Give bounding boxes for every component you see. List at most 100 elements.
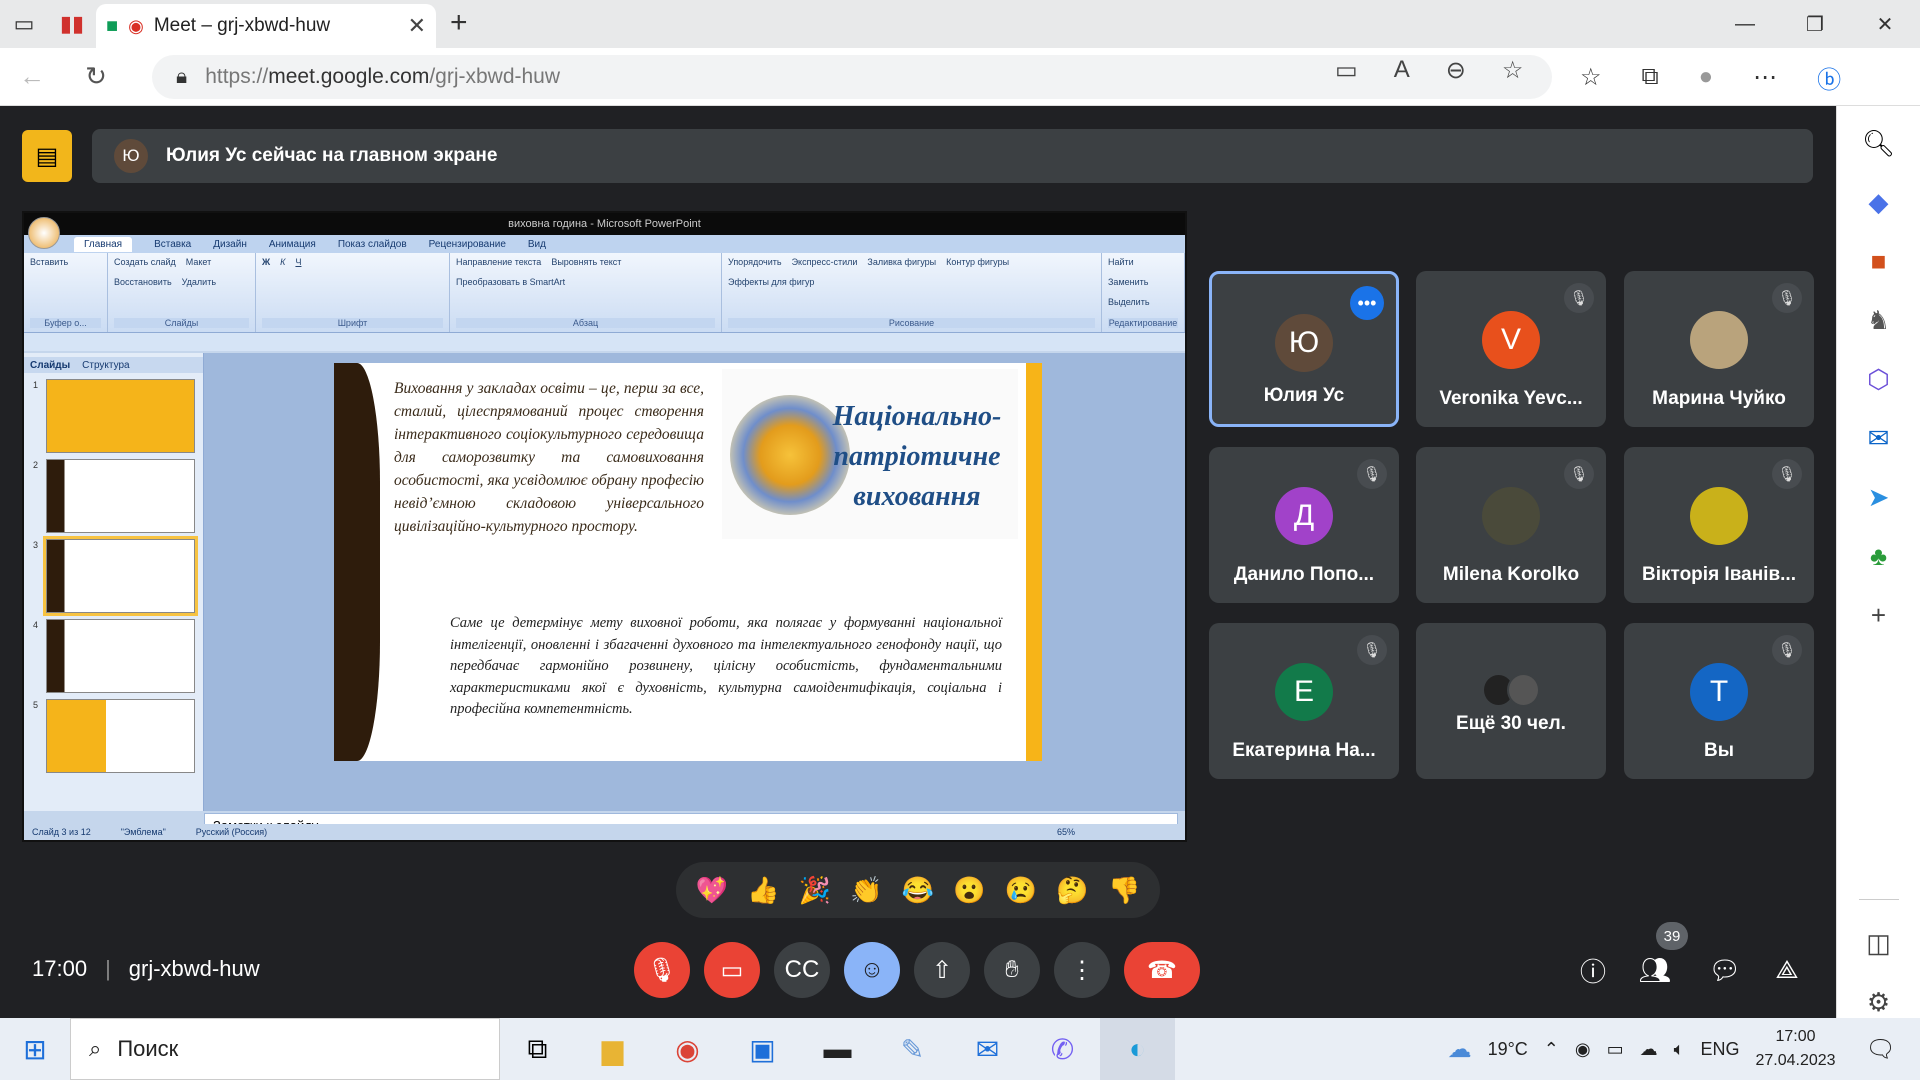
- send-icon[interactable]: ➤: [1868, 482, 1890, 513]
- minimize-icon[interactable]: —: [1710, 0, 1780, 48]
- outlook-icon[interactable]: ✉: [1868, 423, 1890, 454]
- reaction-button[interactable]: 💖: [696, 875, 728, 906]
- reaction-button[interactable]: 👏: [850, 875, 882, 906]
- close-window-icon[interactable]: ✕: [1850, 0, 1920, 48]
- more-options-icon[interactable]: •••: [1350, 286, 1384, 320]
- terminal-icon[interactable]: ▬: [800, 1018, 875, 1080]
- ribbon-tab[interactable]: Главная: [74, 236, 133, 252]
- collections-icon[interactable]: ⧉: [1642, 63, 1659, 91]
- more-options-button[interactable]: ⋮: [1054, 942, 1110, 998]
- text-direction-button[interactable]: Направление текста: [456, 257, 541, 267]
- current-slide[interactable]: Виховання у закладах освіти – це, перш з…: [334, 363, 1042, 761]
- delete-button[interactable]: Удалить: [182, 277, 216, 287]
- smartart-button[interactable]: Преобразовать в SmartArt: [456, 277, 565, 287]
- participant-tile[interactable]: Е Екатерина На... 🎙︎: [1209, 623, 1399, 779]
- info-icon[interactable]: ⓘ: [1568, 942, 1618, 998]
- chat-icon[interactable]: 💬︎: [1700, 942, 1750, 998]
- slide-thumb[interactable]: 1: [33, 379, 195, 453]
- extension-icon[interactable]: ▮▮: [48, 0, 96, 48]
- find-button[interactable]: Найти: [1108, 257, 1134, 267]
- reaction-button[interactable]: 👍: [747, 875, 779, 906]
- taskbar-search[interactable]: ⌕ Поиск: [70, 1018, 500, 1080]
- quick-styles-button[interactable]: Экспресс-стили: [792, 257, 858, 267]
- shape-fill-button[interactable]: Заливка фигуры: [867, 257, 936, 267]
- office-button-icon[interactable]: [28, 217, 60, 249]
- participant-tile[interactable]: Вікторія Іванів... 🎙︎: [1624, 447, 1814, 603]
- captions-button[interactable]: CC: [774, 942, 830, 998]
- present-button[interactable]: ⇧: [914, 942, 970, 998]
- reaction-button[interactable]: 😮: [953, 875, 985, 906]
- sidebar-toggle-icon[interactable]: ◫: [1866, 928, 1891, 959]
- ribbon-tab[interactable]: Анимация: [269, 239, 316, 250]
- chrome-icon[interactable]: ◉: [650, 1018, 725, 1080]
- start-icon[interactable]: ⊞: [0, 1033, 70, 1066]
- new-tab-button[interactable]: +: [450, 6, 468, 40]
- onedrive-icon[interactable]: ☁: [1640, 1039, 1658, 1060]
- align-text-button[interactable]: Выровнять текст: [551, 257, 621, 267]
- arrange-button[interactable]: Упорядочить: [728, 257, 782, 267]
- ribbon-tab[interactable]: Вставка: [154, 239, 191, 250]
- tab-slides[interactable]: Слайды: [30, 360, 70, 371]
- new-slide-button[interactable]: Создать слайд: [114, 257, 176, 267]
- zoom-icon[interactable]: ⊖: [1446, 56, 1466, 85]
- shopping-icon[interactable]: ◆: [1869, 187, 1889, 218]
- reset-button[interactable]: Восстановить: [114, 277, 172, 287]
- participant-tile[interactable]: Ещё 30 чел.: [1416, 623, 1606, 779]
- bold-button[interactable]: Ж: [262, 257, 270, 267]
- tray-overflow-icon[interactable]: ⌃: [1544, 1039, 1559, 1060]
- people-icon[interactable]: 👥︎: [1630, 942, 1680, 998]
- office-icon[interactable]: ⬡: [1867, 364, 1890, 395]
- layout-button[interactable]: Макет: [186, 257, 211, 267]
- ribbon-tab[interactable]: Вид: [528, 239, 546, 250]
- weather-icon[interactable]: ☁: [1448, 1035, 1472, 1064]
- back-icon[interactable]: ←: [0, 61, 64, 92]
- participant-tile[interactable]: Д Данило Попо... 🎙︎: [1209, 447, 1399, 603]
- browser-tab[interactable]: ■ ◉ Meet – grj-xbwd-huw ✕: [96, 4, 436, 48]
- tools-icon[interactable]: ■: [1871, 246, 1887, 277]
- task-view-icon[interactable]: ⧉: [500, 1018, 575, 1080]
- search-icon[interactable]: 🔍︎: [1862, 128, 1895, 159]
- profile-icon[interactable]: ●: [1699, 63, 1714, 91]
- slide-thumb[interactable]: 2: [33, 459, 195, 533]
- replace-button[interactable]: Заменить: [1108, 277, 1148, 287]
- leave-call-button[interactable]: ☎︎: [1124, 942, 1200, 998]
- tree-icon[interactable]: ♣: [1870, 541, 1887, 572]
- battery-icon[interactable]: ▭: [1607, 1039, 1624, 1060]
- games-icon[interactable]: ♞: [1867, 305, 1890, 336]
- bing-icon[interactable]: ⓑ: [1817, 60, 1841, 95]
- add-icon[interactable]: +: [1871, 600, 1886, 631]
- ribbon-tab[interactable]: Рецензирование: [429, 239, 506, 250]
- record-icon[interactable]: ◉: [1575, 1039, 1591, 1060]
- camera-icon[interactable]: ▭: [1335, 56, 1358, 85]
- refresh-icon[interactable]: ↻: [64, 61, 128, 92]
- photos-icon[interactable]: ▣: [725, 1018, 800, 1080]
- more-icon[interactable]: ⋯: [1753, 63, 1777, 92]
- volume-icon[interactable]: 🔈︎: [1674, 1039, 1685, 1060]
- tab-outline[interactable]: Структура: [82, 360, 129, 371]
- notifications-icon[interactable]: 🗨︎: [1866, 1035, 1896, 1064]
- read-aloud-icon[interactable]: A: [1394, 56, 1410, 85]
- close-tab-icon[interactable]: ✕: [408, 13, 426, 39]
- favorite-add-icon[interactable]: ☆: [1502, 56, 1524, 85]
- reaction-button[interactable]: 🤔: [1056, 875, 1088, 906]
- weather-temp[interactable]: 19°C: [1488, 1039, 1528, 1060]
- restore-icon[interactable]: ❐: [1780, 0, 1850, 48]
- paint-icon[interactable]: ✎: [875, 1018, 950, 1080]
- paste-button[interactable]: Вставить: [30, 257, 68, 267]
- ribbon-tab[interactable]: Показ слайдов: [338, 239, 407, 250]
- viber-icon[interactable]: ✆: [1025, 1018, 1100, 1080]
- slide-thumb[interactable]: 3: [33, 536, 198, 616]
- tab-actions-icon[interactable]: ▭: [0, 0, 48, 48]
- raise-hand-button[interactable]: ✋︎: [984, 942, 1040, 998]
- slide-thumb[interactable]: 5: [33, 699, 195, 773]
- camera-off-button[interactable]: ▭: [704, 942, 760, 998]
- reaction-button[interactable]: 👎: [1108, 875, 1140, 906]
- slide-thumb[interactable]: 4: [33, 619, 195, 693]
- clock[interactable]: 17:00 27.04.2023: [1755, 1025, 1835, 1073]
- shape-outline-button[interactable]: Контур фигуры: [946, 257, 1009, 267]
- edge-icon[interactable]: ◐: [1100, 1018, 1175, 1080]
- mic-off-button[interactable]: 🎙︎: [634, 942, 690, 998]
- favorites-icon[interactable]: ☆: [1580, 63, 1602, 92]
- reaction-button[interactable]: 🎉: [799, 875, 831, 906]
- participant-tile[interactable]: Milena Korolko 🎙︎: [1416, 447, 1606, 603]
